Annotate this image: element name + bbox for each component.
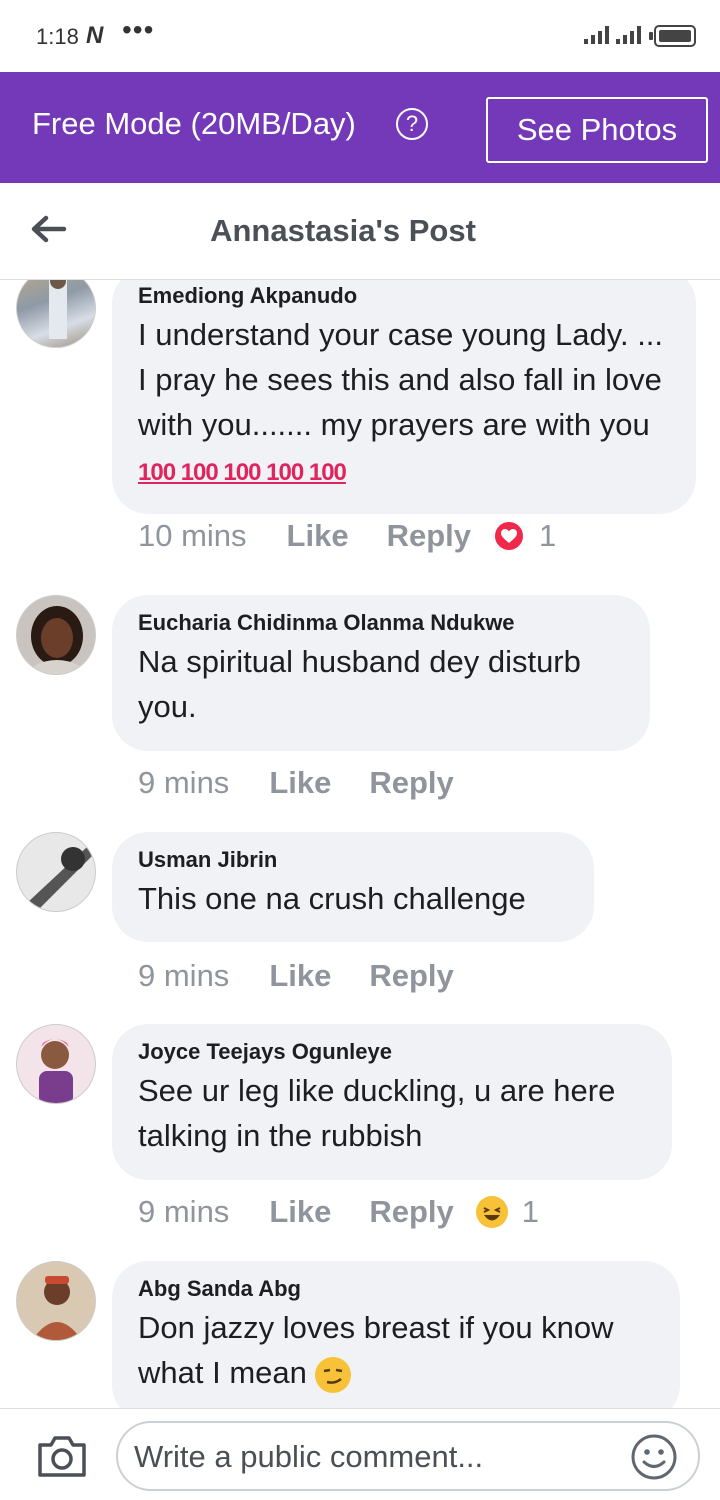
comment-bubble[interactable]: Abg Sanda Abg Don jazzy loves breast if … (112, 1261, 680, 1408)
smiley-icon[interactable] (630, 1433, 678, 1481)
reply-button[interactable]: Reply (369, 765, 453, 801)
help-icon[interactable]: ? (396, 108, 428, 140)
comment-author[interactable]: Eucharia Chidinma Olanma Ndukwe (138, 607, 624, 639)
comment-author[interactable]: Emediong Akpanudo (138, 280, 670, 312)
comment-bubble[interactable]: Usman Jibrin This one na crush challenge (112, 832, 594, 942)
comment-bubble[interactable]: Emediong Akpanudo I understand your case… (112, 280, 696, 514)
comment-text: Don jazzy loves breast if you know what … (138, 1305, 668, 1395)
avatar[interactable] (16, 832, 96, 912)
comment-meta: 10 mins Like Reply 1 (138, 518, 556, 554)
comment-time[interactable]: 10 mins (138, 518, 247, 554)
avatar[interactable] (16, 280, 96, 348)
hundred-points-icon: 100 100 100 100 100 (138, 459, 347, 486)
comment-time[interactable]: 9 mins (138, 765, 229, 801)
reaction-count[interactable]: 1 (539, 518, 556, 554)
avatar-photo (32, 1276, 82, 1340)
comment-meta: 9 mins Like Reply (138, 958, 492, 994)
reply-button[interactable]: Reply (369, 958, 453, 994)
avatar-photo (39, 1039, 73, 1103)
comment-author[interactable]: Joyce Teejays Ogunleye (138, 1036, 646, 1068)
comment-meta: 9 mins Like Reply (138, 765, 492, 801)
comment-time[interactable]: 9 mins (138, 1194, 229, 1230)
free-mode-banner: Free Mode (20MB/Day) ? See Photos (0, 72, 720, 183)
smirk-emoji-icon (315, 1356, 352, 1393)
comment-meta: 9 mins Like Reply 1 (138, 1194, 539, 1230)
reply-button[interactable]: Reply (369, 1194, 453, 1230)
comment-time[interactable]: 9 mins (138, 958, 229, 994)
avatar-photo (27, 847, 93, 911)
battery-icon (649, 25, 696, 47)
carrier-logo-icon: N (86, 22, 103, 49)
like-button[interactable]: Like (269, 1194, 331, 1230)
comment-text: This one na crush challenge (138, 881, 526, 916)
like-button[interactable]: Like (269, 958, 331, 994)
comment-bubble[interactable]: Eucharia Chidinma Olanma Ndukwe Na spiri… (112, 595, 650, 751)
camera-icon[interactable] (36, 1433, 88, 1479)
more-notifications-icon: ••• (122, 14, 155, 45)
avatar[interactable] (16, 1024, 96, 1104)
comment-text: Na spiritual husband dey disturb you. (138, 644, 590, 724)
comment-bubble[interactable]: Joyce Teejays Ogunleye See ur leg like d… (112, 1024, 672, 1180)
avatar-photo (27, 606, 87, 674)
signal-icon (616, 26, 641, 44)
heart-reaction-icon[interactable] (493, 520, 525, 552)
reaction-count[interactable]: 1 (522, 1194, 539, 1230)
free-mode-text: Free Mode (20MB/Day) (32, 106, 356, 141)
status-bar: 1:18 N ••• (0, 0, 720, 72)
comment-text: See ur leg like duckling, u are here tal… (138, 1073, 624, 1153)
haha-reaction-icon[interactable] (475, 1196, 508, 1228)
comment-compose-bar: Write a public comment... (0, 1408, 720, 1500)
reply-button[interactable]: Reply (387, 518, 471, 554)
comment-text: I understand your case young Lady. ... I… (138, 317, 672, 486)
like-button[interactable]: Like (269, 765, 331, 801)
comment-input[interactable]: Write a public comment... (116, 1421, 700, 1491)
comments-list: Emediong Akpanudo I understand your case… (0, 280, 720, 1408)
signal-icon (584, 26, 609, 44)
avatar[interactable] (16, 1261, 96, 1341)
comment-placeholder: Write a public comment... (134, 1439, 484, 1474)
comment-author[interactable]: Usman Jibrin (138, 844, 568, 876)
post-header: Annastasia's Post (0, 183, 720, 280)
like-button[interactable]: Like (287, 518, 349, 554)
avatar[interactable] (16, 595, 96, 675)
page-title: Annastasia's Post (210, 213, 476, 248)
see-photos-button[interactable]: See Photos (486, 97, 708, 163)
avatar-photo (49, 280, 67, 339)
status-time: 1:18 (36, 24, 79, 49)
comment-author[interactable]: Abg Sanda Abg (138, 1273, 654, 1305)
